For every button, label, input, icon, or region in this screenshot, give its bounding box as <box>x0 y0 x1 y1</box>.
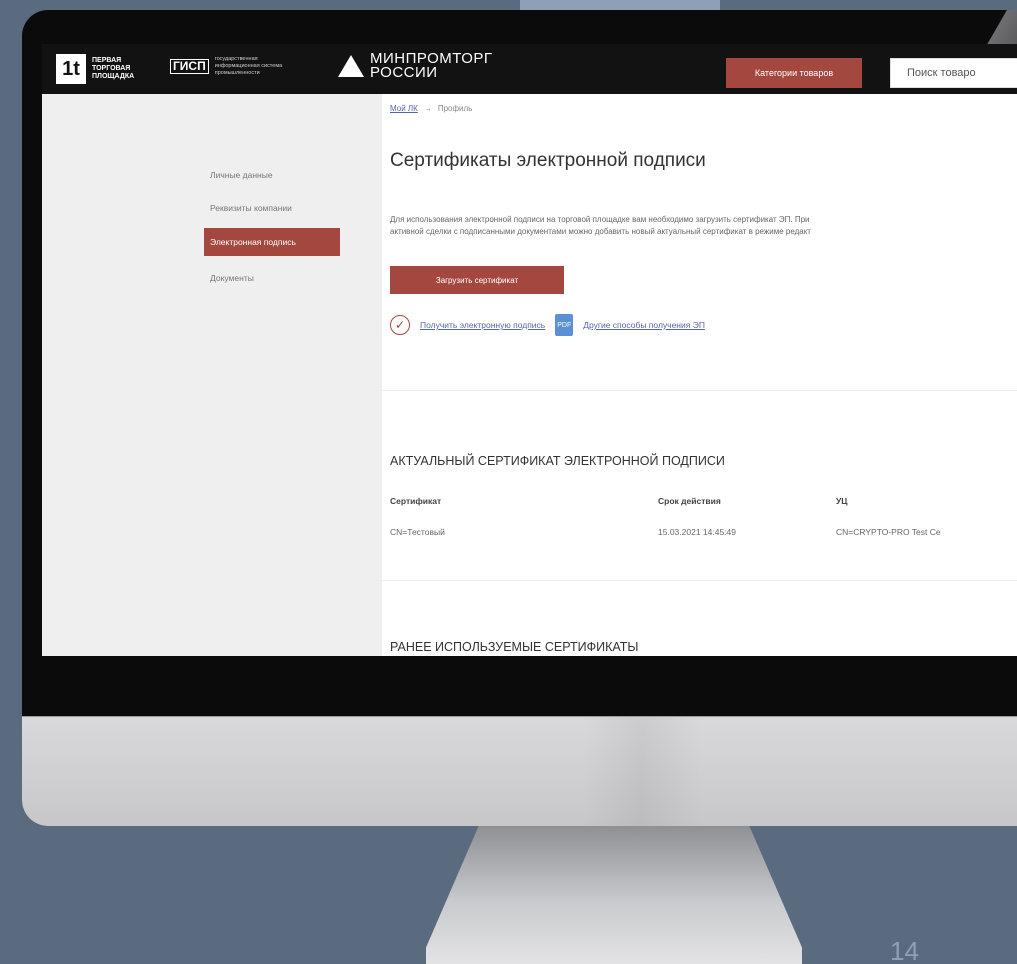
monitor-stand <box>426 826 802 964</box>
search-input[interactable] <box>890 58 1017 88</box>
description-line-2: активной сделки с подписанными документа… <box>390 227 811 236</box>
previous-certificates-heading: РАНЕЕ ИСПОЛЬЗУЕМЫЕ СЕРТИФИКАТЫ <box>390 640 639 654</box>
minpromtorg-text: МИНПРОМТОРГ РОССИИ <box>370 50 493 81</box>
cell-certificate-name: CN=Тестовый <box>390 527 445 537</box>
cell-validity-date: 15.03.2021 14:45:49 <box>658 527 736 537</box>
categories-button[interactable]: Категории товаров <box>726 58 862 88</box>
other-ways-link[interactable]: Другие способы получения ЭП <box>583 320 705 330</box>
triangle-logo-icon <box>338 55 364 77</box>
upload-certificate-button[interactable]: Загрузить сертификат <box>390 266 564 294</box>
breadcrumb: Мой ЛК → Профиль <box>390 104 472 113</box>
description-line-1: Для использования электронной подписи на… <box>390 215 810 224</box>
check-circle-icon: ✓ <box>390 315 410 335</box>
gisp-text: государственная информационная система п… <box>214 56 283 76</box>
arrow-right-icon: → <box>423 104 432 113</box>
slide-page-number: 14 <box>890 936 919 964</box>
get-signature-link[interactable]: Получить электронную подпись <box>420 320 545 330</box>
page-title: Сертификаты электронной подписи <box>390 150 706 171</box>
top-navbar: 1t ПЕРВАЯ ТОРГОВАЯ ПЛОЩАДКА ГИСП государ… <box>42 44 1017 94</box>
divider <box>382 580 1017 581</box>
sidebar-item-company-details[interactable]: Реквизиты компании <box>204 194 340 222</box>
logo-first-trading-platform[interactable]: 1t ПЕРВАЯ ТОРГОВАЯ ПЛОЩАДКА <box>56 54 142 84</box>
sidebar-item-documents[interactable]: Документы <box>204 264 340 292</box>
current-certificate-heading: АКТУАЛЬНЫЙ СЕРТИФИКАТ ЭЛЕКТРОННОЙ ПОДПИС… <box>390 454 725 468</box>
main-content: Мой ЛК → Профиль Сертификаты электронной… <box>382 94 1017 656</box>
logo-text: ПЕРВАЯ ТОРГОВАЯ ПЛОЩАДКА <box>92 57 135 80</box>
logo-minpromtorg[interactable]: МИНПРОМТОРГ РОССИИ <box>338 50 493 81</box>
breadcrumb-link-my-account[interactable]: Мой ЛК <box>390 104 418 113</box>
document-icon: PDF <box>555 314 574 336</box>
column-header-validity: Срок действия <box>658 496 721 506</box>
background-accent <box>520 0 720 10</box>
cell-certificate-authority: CN=CRYPTO-PRO Test Ce <box>836 527 941 537</box>
screen: 1t ПЕРВАЯ ТОРГОВАЯ ПЛОЩАДКА ГИСП государ… <box>42 44 1017 656</box>
gisp-mark: ГИСП <box>170 59 209 74</box>
column-header-ca: УЦ <box>836 496 848 506</box>
profile-sidebar: Личные данные Реквизиты компании Электро… <box>42 94 382 656</box>
column-header-certificate: Сертификат <box>390 496 442 506</box>
divider <box>382 390 1017 391</box>
logo-mark: 1t <box>56 54 86 84</box>
sidebar-item-personal-data[interactable]: Личные данные <box>204 161 340 189</box>
logo-gisp[interactable]: ГИСП государственная информационная сист… <box>170 56 295 77</box>
page-description: Для использования электронной подписи на… <box>390 214 811 238</box>
signature-links: ✓ Получить электронную подпись PDF Други… <box>390 314 705 336</box>
sidebar-item-electronic-signature[interactable]: Электронная подпись <box>204 228 340 256</box>
breadcrumb-current: Профиль <box>437 104 473 113</box>
monitor-chin <box>22 716 1017 826</box>
